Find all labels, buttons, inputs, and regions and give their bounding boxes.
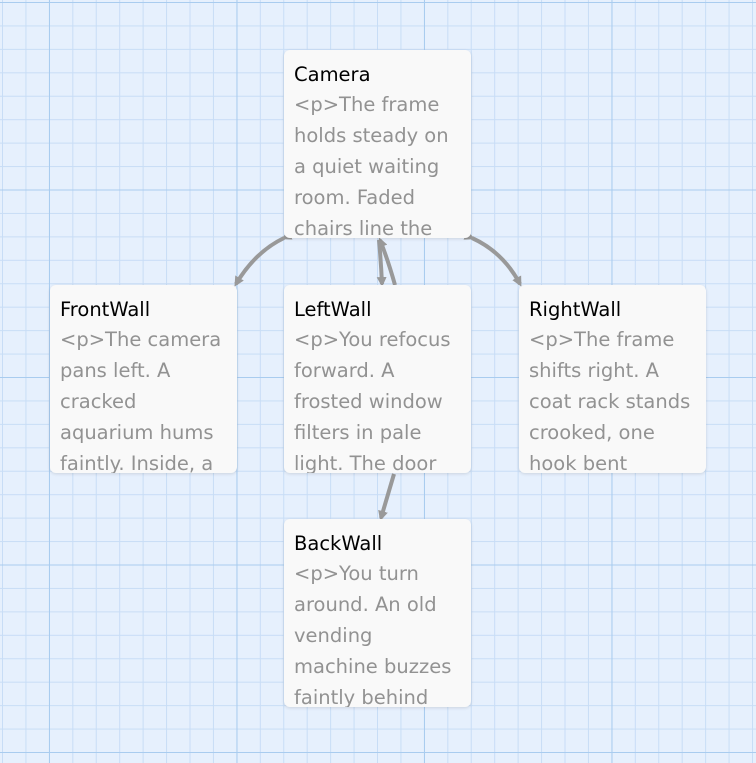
passage-backwall[interactable]: BackWall <p>You turn around. An old vend… xyxy=(284,519,471,707)
arrow-camera-leftwall xyxy=(376,239,387,287)
arrow-camera-rightwall xyxy=(463,230,522,287)
passage-frontwall[interactable]: FrontWall <p>The camera pans left. A cra… xyxy=(50,285,237,473)
arrow-camera-frontwall xyxy=(234,230,293,287)
passage-excerpt: <p>You refocus forward. A frosted window… xyxy=(294,328,451,473)
arrow-leftwall-backwall xyxy=(378,473,396,521)
passage-excerpt: <p>You turn around. An old vending machi… xyxy=(294,562,452,707)
story-map-canvas[interactable]: Camera <p>The frame holds steady on a qu… xyxy=(0,0,756,763)
passage-title: RightWall xyxy=(529,298,622,321)
passage-camera[interactable]: Camera <p>The frame holds steady on a qu… xyxy=(284,50,471,238)
passage-excerpt: <p>The camera pans left. A cracked aquar… xyxy=(60,328,222,473)
passage-title: BackWall xyxy=(294,532,383,555)
passage-title: Camera xyxy=(294,63,371,86)
passage-rightwall[interactable]: RightWall <p>The frame shifts right. A c… xyxy=(519,285,706,473)
passage-title: FrontWall xyxy=(60,298,151,321)
passage-leftwall[interactable]: LeftWall <p>You refocus forward. A frost… xyxy=(284,285,471,473)
passage-title: LeftWall xyxy=(294,298,372,321)
passage-excerpt: <p>The frame shifts right. A coat rack s… xyxy=(529,328,691,473)
passage-excerpt: <p>The frame holds steady on a quiet wai… xyxy=(294,93,449,238)
